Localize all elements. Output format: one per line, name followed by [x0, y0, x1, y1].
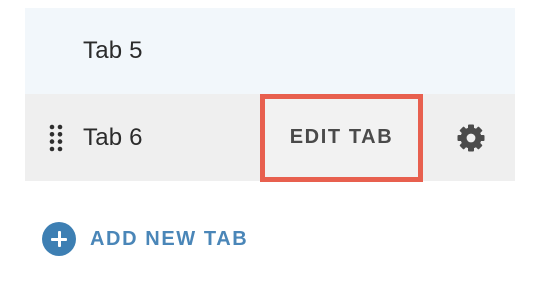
tab-row-tab-6[interactable]: Tab 6 EDIT TAB [25, 93, 515, 182]
edit-tab-label: EDIT TAB [289, 126, 394, 148]
tab-label: Tab 6 [83, 123, 143, 151]
tab-row-tab-5[interactable]: Tab 5 [25, 8, 515, 94]
edit-tab-button[interactable]: EDIT TAB [260, 93, 423, 182]
gear-icon[interactable] [455, 122, 487, 154]
add-new-tab-label: ADD NEW TAB [90, 227, 249, 250]
add-new-tab-button[interactable]: ADD NEW TAB [42, 222, 248, 256]
tab-label: Tab 5 [83, 37, 143, 64]
drag-handle-icon[interactable] [48, 123, 64, 153]
plus-circle-icon [42, 222, 76, 256]
